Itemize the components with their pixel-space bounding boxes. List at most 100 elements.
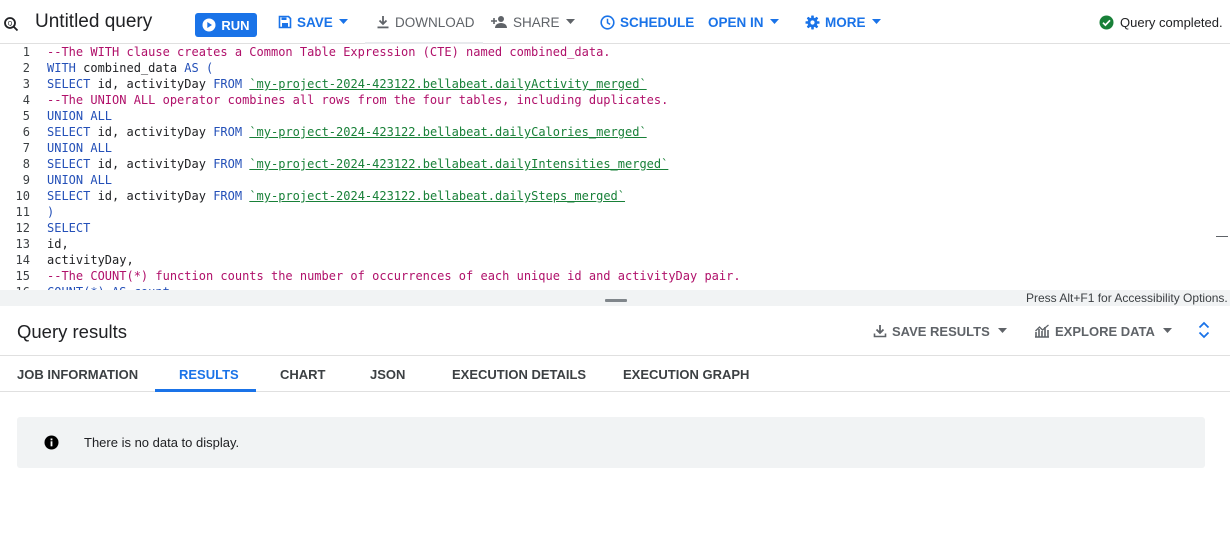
code-comment: --The COUNT(*) function counts the numbe… — [47, 269, 741, 283]
tab-json[interactable]: JSON — [370, 356, 405, 392]
empty-results-message: There is no data to display. — [84, 435, 240, 450]
line-number: 11 — [15, 205, 30, 219]
line-number: 9 — [22, 173, 30, 187]
tab-execution-graph[interactable]: EXECUTION GRAPH — [623, 356, 749, 392]
explore-data-label: EXPLORE DATA — [1055, 323, 1155, 339]
line-number: 15 — [15, 269, 30, 283]
run-button[interactable]: RUN — [195, 13, 257, 37]
code-text: ) — [47, 204, 54, 220]
download-button[interactable]: DOWNLOAD — [376, 0, 475, 44]
code-text: SELECT id, activityDay FROM `my-project-… — [47, 156, 668, 172]
line-number: 6 — [22, 125, 30, 139]
code-comment: --The WITH clause creates a Common Table… — [47, 45, 611, 59]
code-text: --The COUNT(*) function counts the numbe… — [47, 268, 741, 284]
code-token: AS ( — [184, 61, 214, 75]
tab-execution-details[interactable]: EXECUTION DETAILS — [452, 356, 586, 392]
code-token: FROM — [213, 77, 243, 91]
code-token: SELECT — [47, 157, 91, 171]
line-number: 2 — [22, 61, 30, 75]
line-number: 1 — [22, 45, 30, 59]
code-text: id, — [47, 236, 69, 252]
accessibility-hint: Press Alt+F1 for Accessibility Options. — [1026, 291, 1228, 305]
code-token: activityDay, — [47, 253, 134, 267]
table-reference[interactable]: `my-project-2024-423122.bellabeat.dailyA… — [249, 77, 646, 91]
download-icon — [873, 325, 887, 338]
code-text: --The UNION ALL operator combines all ro… — [47, 92, 668, 108]
line-number: 14 — [15, 253, 30, 267]
code-token: ) — [47, 205, 55, 219]
info-icon — [44, 435, 59, 450]
code-token: SELECT — [47, 189, 91, 203]
save-results-label: SAVE RESULTS — [892, 323, 990, 339]
code-text: SELECT id, activityDay FROM `my-project-… — [47, 188, 625, 204]
unfold-icon[interactable] — [1196, 321, 1212, 339]
query-title[interactable]: Untitled query — [35, 11, 152, 33]
query-status: Query completed. — [1099, 15, 1223, 30]
code-text: WITH combined_data AS ( — [47, 60, 213, 76]
code-token: id, activityDay — [90, 125, 214, 139]
play-circle-icon — [202, 18, 216, 32]
table-reference[interactable]: `my-project-2024-423122.bellabeat.dailyI… — [249, 157, 668, 171]
download-label: DOWNLOAD — [395, 14, 475, 30]
open-in-label: OPEN IN — [708, 14, 764, 30]
person-add-icon — [491, 16, 507, 28]
code-token: UNION ALL — [47, 173, 113, 187]
code-token: SELECT — [47, 221, 91, 235]
save-label: SAVE — [297, 14, 333, 30]
code-token: id, activityDay — [90, 77, 214, 91]
code-text: SELECT id, activityDay FROM `my-project-… — [47, 124, 647, 140]
query-icon: Q — [4, 17, 19, 32]
chevron-down-icon — [338, 19, 348, 24]
code-token: FROM — [213, 189, 243, 203]
chevron-down-icon — [997, 328, 1007, 333]
table-reference[interactable]: `my-project-2024-423122.bellabeat.dailyC… — [249, 125, 646, 139]
line-number: 12 — [15, 221, 30, 235]
code-token: combined_data — [75, 61, 185, 75]
code-text: UNION ALL — [47, 172, 112, 188]
code-text: SELECT id, activityDay FROM `my-project-… — [47, 76, 647, 92]
chevron-down-icon — [1162, 328, 1172, 333]
results-tabs: JOB INFORMATION RESULTS CHART JSON EXECU… — [0, 355, 1230, 392]
code-token: FROM — [213, 125, 243, 139]
active-tab-indicator — [155, 389, 256, 392]
code-text: activityDay, — [47, 252, 134, 268]
table-reference[interactable]: `my-project-2024-423122.bellabeat.dailyS… — [249, 189, 625, 203]
schedule-button[interactable]: SCHEDULE — [600, 0, 694, 44]
line-number: 8 — [22, 157, 30, 171]
line-number: 10 — [15, 189, 30, 203]
code-token: UNION ALL — [47, 109, 113, 123]
code-token: UNION ALL — [47, 141, 113, 155]
code-token: id, activityDay — [90, 157, 214, 171]
code-text: --The WITH clause creates a Common Table… — [47, 44, 611, 60]
clock-icon — [600, 14, 615, 30]
open-in-button[interactable]: OPEN IN — [708, 0, 779, 44]
status-text: Query completed. — [1120, 15, 1223, 30]
tab-chart[interactable]: CHART — [280, 356, 326, 392]
tab-results[interactable]: RESULTS — [179, 356, 239, 392]
save-icon — [278, 15, 292, 29]
query-toolbar: Q Untitled query RUN SAVE DOWNLOAD SHARE… — [0, 0, 1230, 44]
save-results-button[interactable]: SAVE RESULTS — [873, 322, 1007, 340]
code-text: UNION ALL — [47, 140, 112, 156]
results-title: Query results — [17, 321, 128, 342]
tab-job-information[interactable]: JOB INFORMATION — [17, 356, 138, 392]
more-button[interactable]: MORE — [805, 0, 881, 44]
share-label: SHARE — [513, 14, 560, 30]
resize-handle[interactable] — [605, 299, 627, 302]
check-circle-icon — [1099, 15, 1114, 30]
save-button[interactable]: SAVE — [278, 0, 348, 44]
schedule-label: SCHEDULE — [620, 14, 695, 30]
sql-editor[interactable]: 1 --The WITH clause creates a Common Tabl… — [0, 44, 1230, 290]
download-icon — [377, 16, 389, 29]
code-text: SELECT — [47, 220, 90, 236]
explore-data-button[interactable]: EXPLORE DATA — [1034, 322, 1172, 340]
chevron-down-icon — [769, 19, 779, 24]
editor-scrollbar[interactable] — [1216, 236, 1228, 237]
code-comment: --The UNION ALL operator combines all ro… — [47, 93, 669, 107]
chevron-down-icon — [565, 19, 575, 24]
line-number: 4 — [22, 93, 30, 107]
chart-icon — [1035, 324, 1049, 338]
share-button[interactable]: SHARE — [491, 0, 575, 44]
line-number: 13 — [15, 237, 30, 251]
more-label: MORE — [825, 14, 866, 30]
